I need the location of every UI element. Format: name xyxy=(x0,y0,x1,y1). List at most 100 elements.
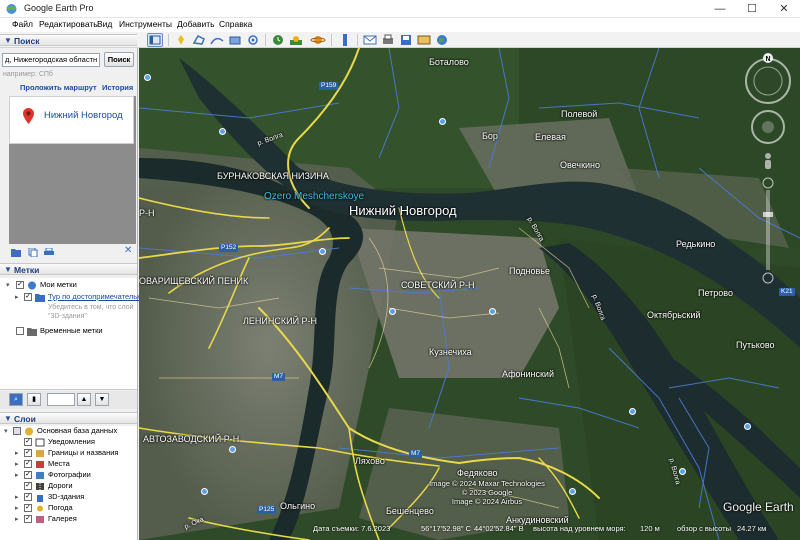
poi-marker[interactable] xyxy=(439,118,446,125)
save-image-icon[interactable] xyxy=(398,33,414,47)
poi-marker[interactable] xyxy=(744,423,751,430)
place-label[interactable]: Бор xyxy=(482,131,498,141)
place-label[interactable]: Федяково xyxy=(457,468,498,478)
layer-checkbox[interactable]: ✓ xyxy=(24,504,32,512)
add-placemark-icon[interactable] xyxy=(173,33,189,47)
district-label[interactable]: Р-Н xyxy=(139,208,155,218)
district-label[interactable]: БУРНАКОВСКАЯ НИЗИНА xyxy=(217,171,329,181)
layer-row[interactable]: ▸ ✓ Фотографии xyxy=(0,470,137,481)
search-button[interactable]: Поиск xyxy=(104,52,134,67)
move-up-icon[interactable]: ▲ xyxy=(77,393,91,406)
place-label[interactable]: Боталово xyxy=(429,57,469,67)
expand-icon[interactable]: ▸ xyxy=(15,449,19,457)
tour-link[interactable]: Тур по достопримечательн xyxy=(48,292,141,301)
ruler-icon[interactable] xyxy=(337,33,353,47)
earth-icon[interactable] xyxy=(434,33,450,47)
layer-row[interactable]: ▾ Основная база данных xyxy=(0,426,137,437)
tree-item-my-places[interactable]: ▾ ✓ Мои метки xyxy=(0,280,137,291)
place-label[interactable]: Афонинский xyxy=(502,369,554,379)
place-label[interactable]: Елевая xyxy=(535,132,566,142)
menu-file[interactable]: Файл xyxy=(12,19,33,29)
places-collapse-icon[interactable]: ▼ xyxy=(4,265,12,274)
planets-icon[interactable] xyxy=(310,33,326,47)
layer-checkbox[interactable]: ✓ xyxy=(24,482,32,490)
menu-tools[interactable]: Инструменты xyxy=(119,19,172,29)
layer-checkbox[interactable] xyxy=(13,427,21,435)
places-filter-input[interactable] xyxy=(47,393,75,406)
tour-checkbox[interactable]: ✓ xyxy=(24,293,32,301)
district-label[interactable]: АВТОЗАВОДСКИЙ Р-Н xyxy=(143,434,239,444)
search-input[interactable]: д, Нижегородская областн xyxy=(2,53,100,67)
temp-places-checkbox[interactable] xyxy=(16,327,24,335)
place-label[interactable]: Овечкино xyxy=(560,160,600,170)
place-label[interactable]: Бешенцево xyxy=(386,506,434,516)
map-viewport[interactable]: P159 P152 M7 M7 P125 K21 Нижний Новгород… xyxy=(139,48,800,540)
print-icon[interactable] xyxy=(380,33,396,47)
menu-add[interactable]: Добавить xyxy=(177,19,215,29)
menu-edit[interactable]: Редактировать xyxy=(39,19,98,29)
tree-item-tour[interactable]: ▸ ✓ Тур по достопримечательн xyxy=(0,292,141,303)
layer-checkbox[interactable]: ✓ xyxy=(24,449,32,457)
search-header-bar[interactable]: ▼ Поиск xyxy=(0,34,137,46)
poi-marker[interactable] xyxy=(144,74,151,81)
move-joystick[interactable] xyxy=(751,110,785,144)
layer-row[interactable]: ▸ ✓ Галерея xyxy=(0,514,137,525)
search-result-item[interactable]: Нижний Новгород xyxy=(9,96,134,144)
place-label[interactable]: Кузнечиха xyxy=(429,347,472,357)
expand-icon[interactable]: ▸ xyxy=(15,504,19,512)
expand-icon[interactable]: ▸ xyxy=(15,471,19,479)
place-label[interactable]: Подновье xyxy=(509,266,550,276)
layer-row[interactable]: ▸ ✓ 3D-здания xyxy=(0,492,137,503)
poi-marker[interactable] xyxy=(219,128,226,135)
layer-row[interactable]: ✓ Дороги xyxy=(0,481,137,492)
poi-marker[interactable] xyxy=(679,468,686,475)
minimize-button[interactable]: — xyxy=(704,0,736,18)
expand-icon[interactable]: ▸ xyxy=(15,293,19,301)
layers-collapse-icon[interactable]: ▼ xyxy=(4,414,12,423)
sidebar-toggle-icon[interactable] xyxy=(147,33,163,47)
poi-marker[interactable] xyxy=(489,308,496,315)
close-button[interactable]: ✕ xyxy=(768,0,800,18)
layer-checkbox[interactable]: ✓ xyxy=(24,493,32,501)
district-label[interactable]: ОВАРИЩЕВСКИЙ ПЕНИК xyxy=(139,276,248,286)
street-view-pegman-icon[interactable] xyxy=(765,153,771,169)
city-label[interactable]: Нижний Новгород xyxy=(349,203,457,218)
clear-results-icon[interactable]: ✕ xyxy=(124,245,132,256)
print-results-icon[interactable] xyxy=(44,248,54,257)
get-directions-link[interactable]: Проложить маршрут xyxy=(20,83,97,92)
layer-row[interactable]: ▸ ✓ Места xyxy=(0,459,137,470)
add-path-icon[interactable] xyxy=(209,33,225,47)
look-joystick[interactable] xyxy=(745,58,791,104)
collapse-triangle-icon[interactable]: ▼ xyxy=(4,36,12,45)
place-label[interactable]: Полевой xyxy=(561,109,597,119)
record-tour-icon[interactable] xyxy=(245,33,261,47)
place-label[interactable]: Путьково xyxy=(736,340,775,350)
layer-row[interactable]: ✓ Уведомления xyxy=(0,437,137,448)
expand-icon[interactable]: ▾ xyxy=(6,281,10,289)
expand-icon[interactable]: ▸ xyxy=(15,493,19,501)
historical-imagery-icon[interactable] xyxy=(270,33,286,47)
view-in-maps-icon[interactable] xyxy=(416,33,432,47)
copy-icon[interactable] xyxy=(28,248,38,257)
place-label[interactable]: Редькино xyxy=(676,239,715,249)
layer-checkbox[interactable]: ✓ xyxy=(24,471,32,479)
zoom-slider[interactable] xyxy=(762,177,774,284)
layer-row[interactable]: ▸ ✓ Границы и названия xyxy=(0,448,137,459)
place-label[interactable]: Октябрьский xyxy=(647,310,700,320)
sunlight-icon[interactable] xyxy=(288,33,304,47)
menu-help[interactable]: Справка xyxy=(219,19,252,29)
poi-marker[interactable] xyxy=(201,488,208,495)
places-header[interactable]: ▼ Метки xyxy=(0,263,137,275)
add-polygon-icon[interactable] xyxy=(191,33,207,47)
layer-row[interactable]: ▸ ✓ Погода xyxy=(0,503,137,514)
layers-header[interactable]: ▼ Слои xyxy=(0,412,137,424)
expand-icon[interactable]: ▸ xyxy=(15,460,19,468)
history-link[interactable]: История xyxy=(102,83,133,92)
district-label[interactable]: СОВЕТСКИЙ Р-Н xyxy=(401,280,475,290)
expand-icon[interactable]: ▾ xyxy=(4,427,8,435)
poi-marker[interactable] xyxy=(229,446,236,453)
district-label[interactable]: ЛЕНИНСКИЙ Р-Н xyxy=(243,316,317,326)
add-folder-icon[interactable] xyxy=(11,248,21,257)
search-places-icon[interactable]: ⌕ xyxy=(9,393,23,406)
image-overlay-icon[interactable] xyxy=(227,33,243,47)
